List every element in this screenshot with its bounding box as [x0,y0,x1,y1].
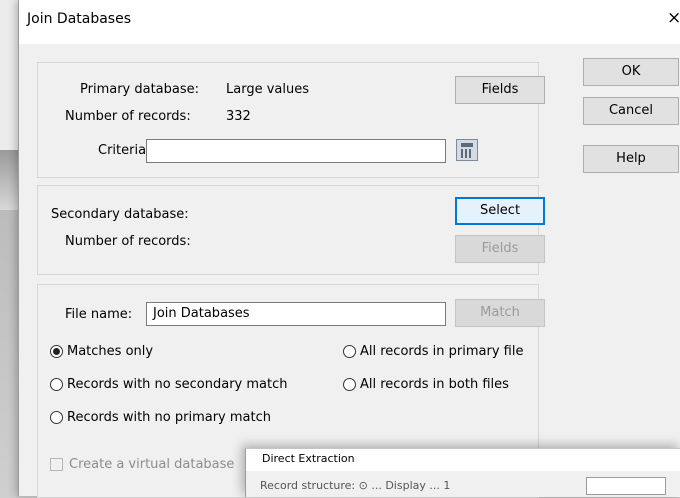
primary-db-value: Large values [226,82,309,97]
secondary-fields-button[interactable]: Fields [455,235,545,263]
help-button[interactable]: Help [583,145,679,173]
checkbox-label: Create a virtual database [69,457,235,472]
join-databases-dialog: Join Databases × Primary database: Large… [18,0,680,498]
primary-database-group: Primary database: Large values Number of… [37,62,545,178]
file-name-input[interactable]: Join Databases [146,302,446,326]
radio-icon [343,378,356,391]
sub-title-bar: Direct Extraction [246,449,680,471]
direct-extraction-window: Direct Extraction Record structure: ⊙ ..… [245,448,680,497]
radio-label: All records in both files [360,377,509,392]
radio-label: Records with no secondary match [67,377,288,392]
radio-label: Matches only [67,344,154,359]
radio-no-secondary-match[interactable]: Records with no secondary match [50,377,287,392]
secondary-database-group: Secondary database: Number of records: S… [37,185,545,275]
sub-window-title: Direct Extraction [262,452,355,465]
sub-partial-row: Record structure: ⊙ ... Display ... 1 [260,479,451,492]
secondary-db-label: Secondary database: [51,207,189,222]
radio-no-primary-match[interactable]: Records with no primary match [50,410,271,425]
primary-records-value: 332 [226,109,251,124]
virtual-database-checkbox[interactable]: Create a virtual database [50,457,234,472]
radio-selected-icon [50,345,63,358]
primary-records-label: Number of records: [65,109,191,124]
select-button[interactable]: Select [455,197,545,225]
radio-label: Records with no primary match [67,410,271,425]
ok-button[interactable]: OK [583,58,679,86]
window-title: Join Databases [27,11,132,27]
criteria-label: Criteria: [98,143,151,158]
radio-all-both-files[interactable]: All records in both files [343,377,509,392]
criteria-input[interactable] [146,139,446,163]
radio-label: All records in primary file [360,344,524,359]
primary-fields-button[interactable]: Fields [455,76,545,104]
sub-partial-input[interactable] [586,477,666,495]
cancel-button[interactable]: Cancel [583,97,679,125]
radio-matches-only[interactable]: Matches only [50,344,153,359]
primary-db-label: Primary database: [80,82,200,97]
radio-all-primary[interactable]: All records in primary file [343,344,523,359]
match-button[interactable]: Match [455,299,545,327]
title-bar: Join Databases × [19,0,680,44]
checkbox-icon [50,458,63,471]
calculator-icon[interactable] [456,139,478,161]
radio-icon [343,345,356,358]
close-icon[interactable]: × [667,8,680,28]
radio-icon [50,411,63,424]
secondary-records-label: Number of records: [65,234,191,249]
radio-icon [50,378,63,391]
file-name-label: File name: [65,307,133,322]
